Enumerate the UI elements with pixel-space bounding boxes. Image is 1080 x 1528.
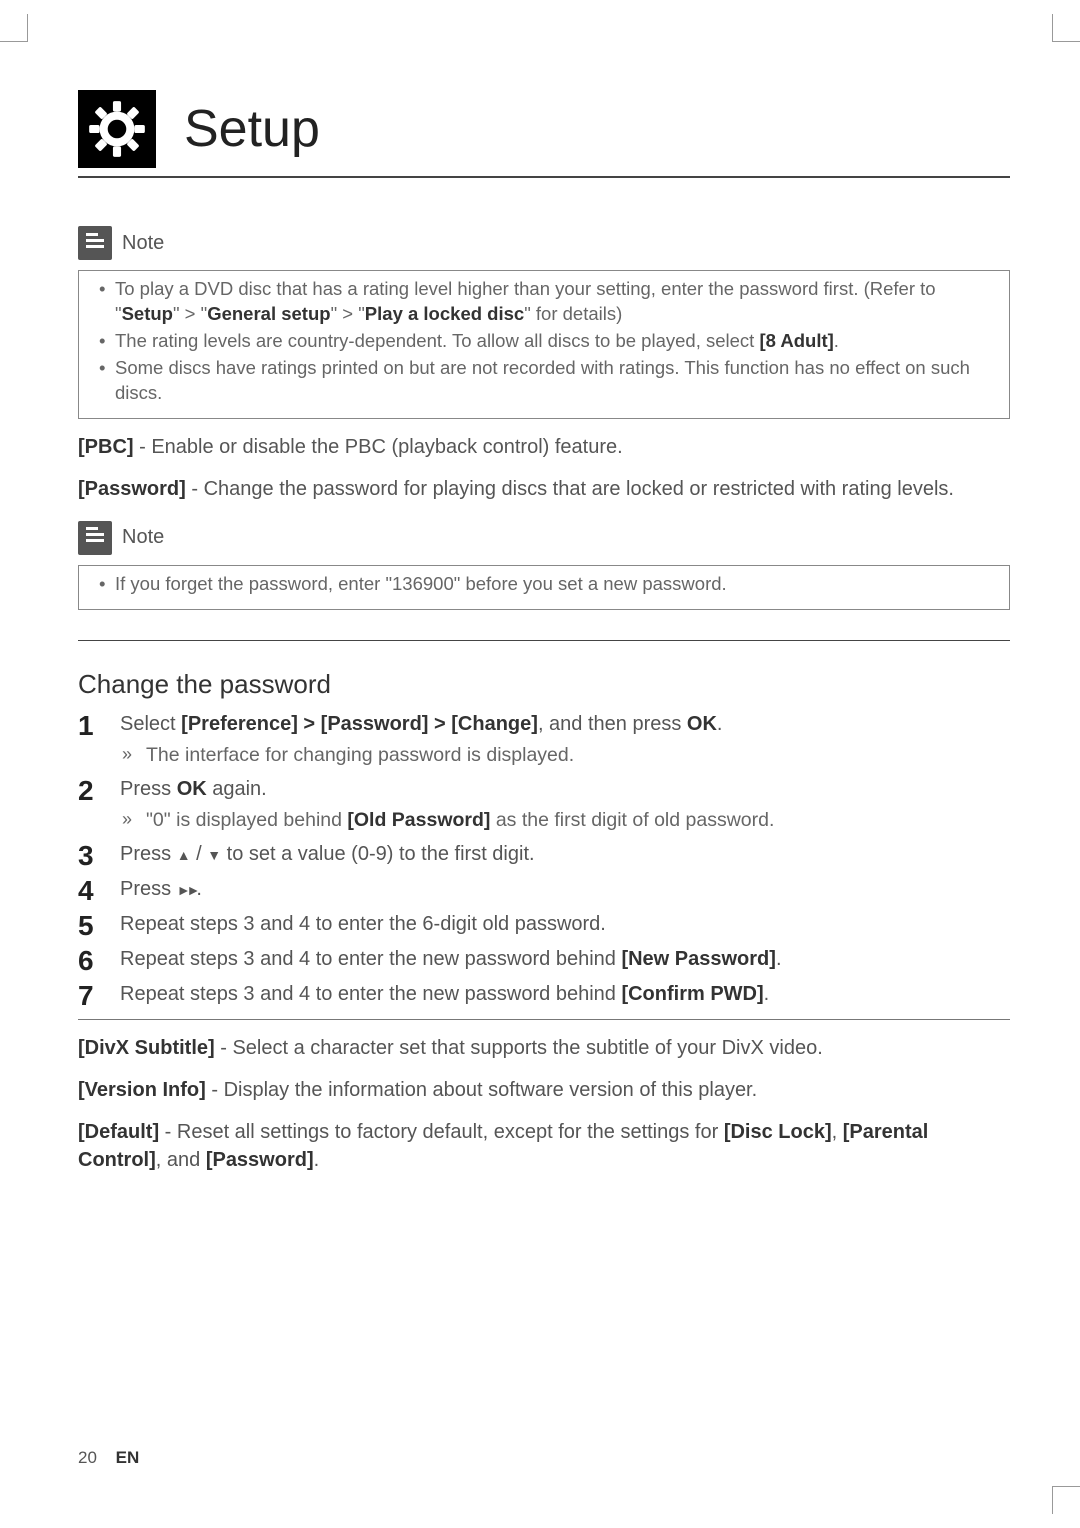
crop-mark-tr xyxy=(1052,14,1080,42)
page-number: 20 xyxy=(78,1448,97,1467)
note-icon xyxy=(78,521,112,555)
note2-item-1: If you forget the password, enter "13690… xyxy=(97,572,995,597)
note-block-1: Note To play a DVD disc that has a ratin… xyxy=(78,222,1010,419)
note-label: Note xyxy=(122,526,164,549)
gear-svg xyxy=(88,100,146,158)
note-body-box: To play a DVD disc that has a rating lev… xyxy=(78,270,1010,419)
para-default: [Default] - Reset all settings to factor… xyxy=(78,1118,1010,1174)
step-1: Select [Preference] > [Password] > [Chan… xyxy=(78,710,1010,769)
note-header: Note xyxy=(78,222,1010,270)
steps-list: Select [Preference] > [Password] > [Chan… xyxy=(78,710,1010,1010)
step-5: Repeat steps 3 and 4 to enter the 6-digi… xyxy=(78,910,1010,939)
divider xyxy=(78,640,1010,641)
header-row: Setup xyxy=(78,90,1010,178)
note1-item-1: To play a DVD disc that has a rating lev… xyxy=(97,277,995,327)
page-language: EN xyxy=(116,1448,140,1467)
up-arrow-icon xyxy=(177,843,191,865)
note-label: Note xyxy=(122,232,164,255)
para-divx: [DivX Subtitle] - Select a character set… xyxy=(78,1034,1010,1062)
para-version: [Version Info] - Display the information… xyxy=(78,1076,1010,1104)
note-body-box: If you forget the password, enter "13690… xyxy=(78,565,1010,610)
step-2: Press OK again. "0" is displayed behind … xyxy=(78,775,1010,834)
step-6: Repeat steps 3 and 4 to enter the new pa… xyxy=(78,945,1010,974)
gear-icon xyxy=(78,90,156,168)
step-4: Press . xyxy=(78,875,1010,904)
footer: 20 EN xyxy=(78,1448,139,1468)
note-header: Note xyxy=(78,517,1010,565)
page-title: Setup xyxy=(184,99,320,159)
step-2-sub: "0" is displayed behind [Old Password] a… xyxy=(120,806,1010,834)
note1-item-2: The rating levels are country-dependent.… xyxy=(97,329,995,354)
divider-thin xyxy=(78,1019,1010,1020)
fast-forward-icon xyxy=(177,878,197,900)
note-block-2: Note If you forget the password, enter "… xyxy=(78,517,1010,610)
para-pbc: [PBC] - Enable or disable the PBC (playb… xyxy=(78,433,1010,461)
step-7: Repeat steps 3 and 4 to enter the new pa… xyxy=(78,980,1010,1009)
section-title: Change the password xyxy=(78,669,1010,700)
crop-mark-br xyxy=(1052,1486,1080,1514)
step-1-sub: The interface for changing password is d… xyxy=(120,741,1010,769)
note-icon xyxy=(78,226,112,260)
note1-item-3: Some discs have ratings printed on but a… xyxy=(97,356,995,406)
step-3: Press / to set a value (0-9) to the firs… xyxy=(78,840,1010,869)
down-arrow-icon xyxy=(207,843,221,865)
para-password: [Password] - Change the password for pla… xyxy=(78,475,1010,503)
crop-mark-tl xyxy=(0,14,28,42)
